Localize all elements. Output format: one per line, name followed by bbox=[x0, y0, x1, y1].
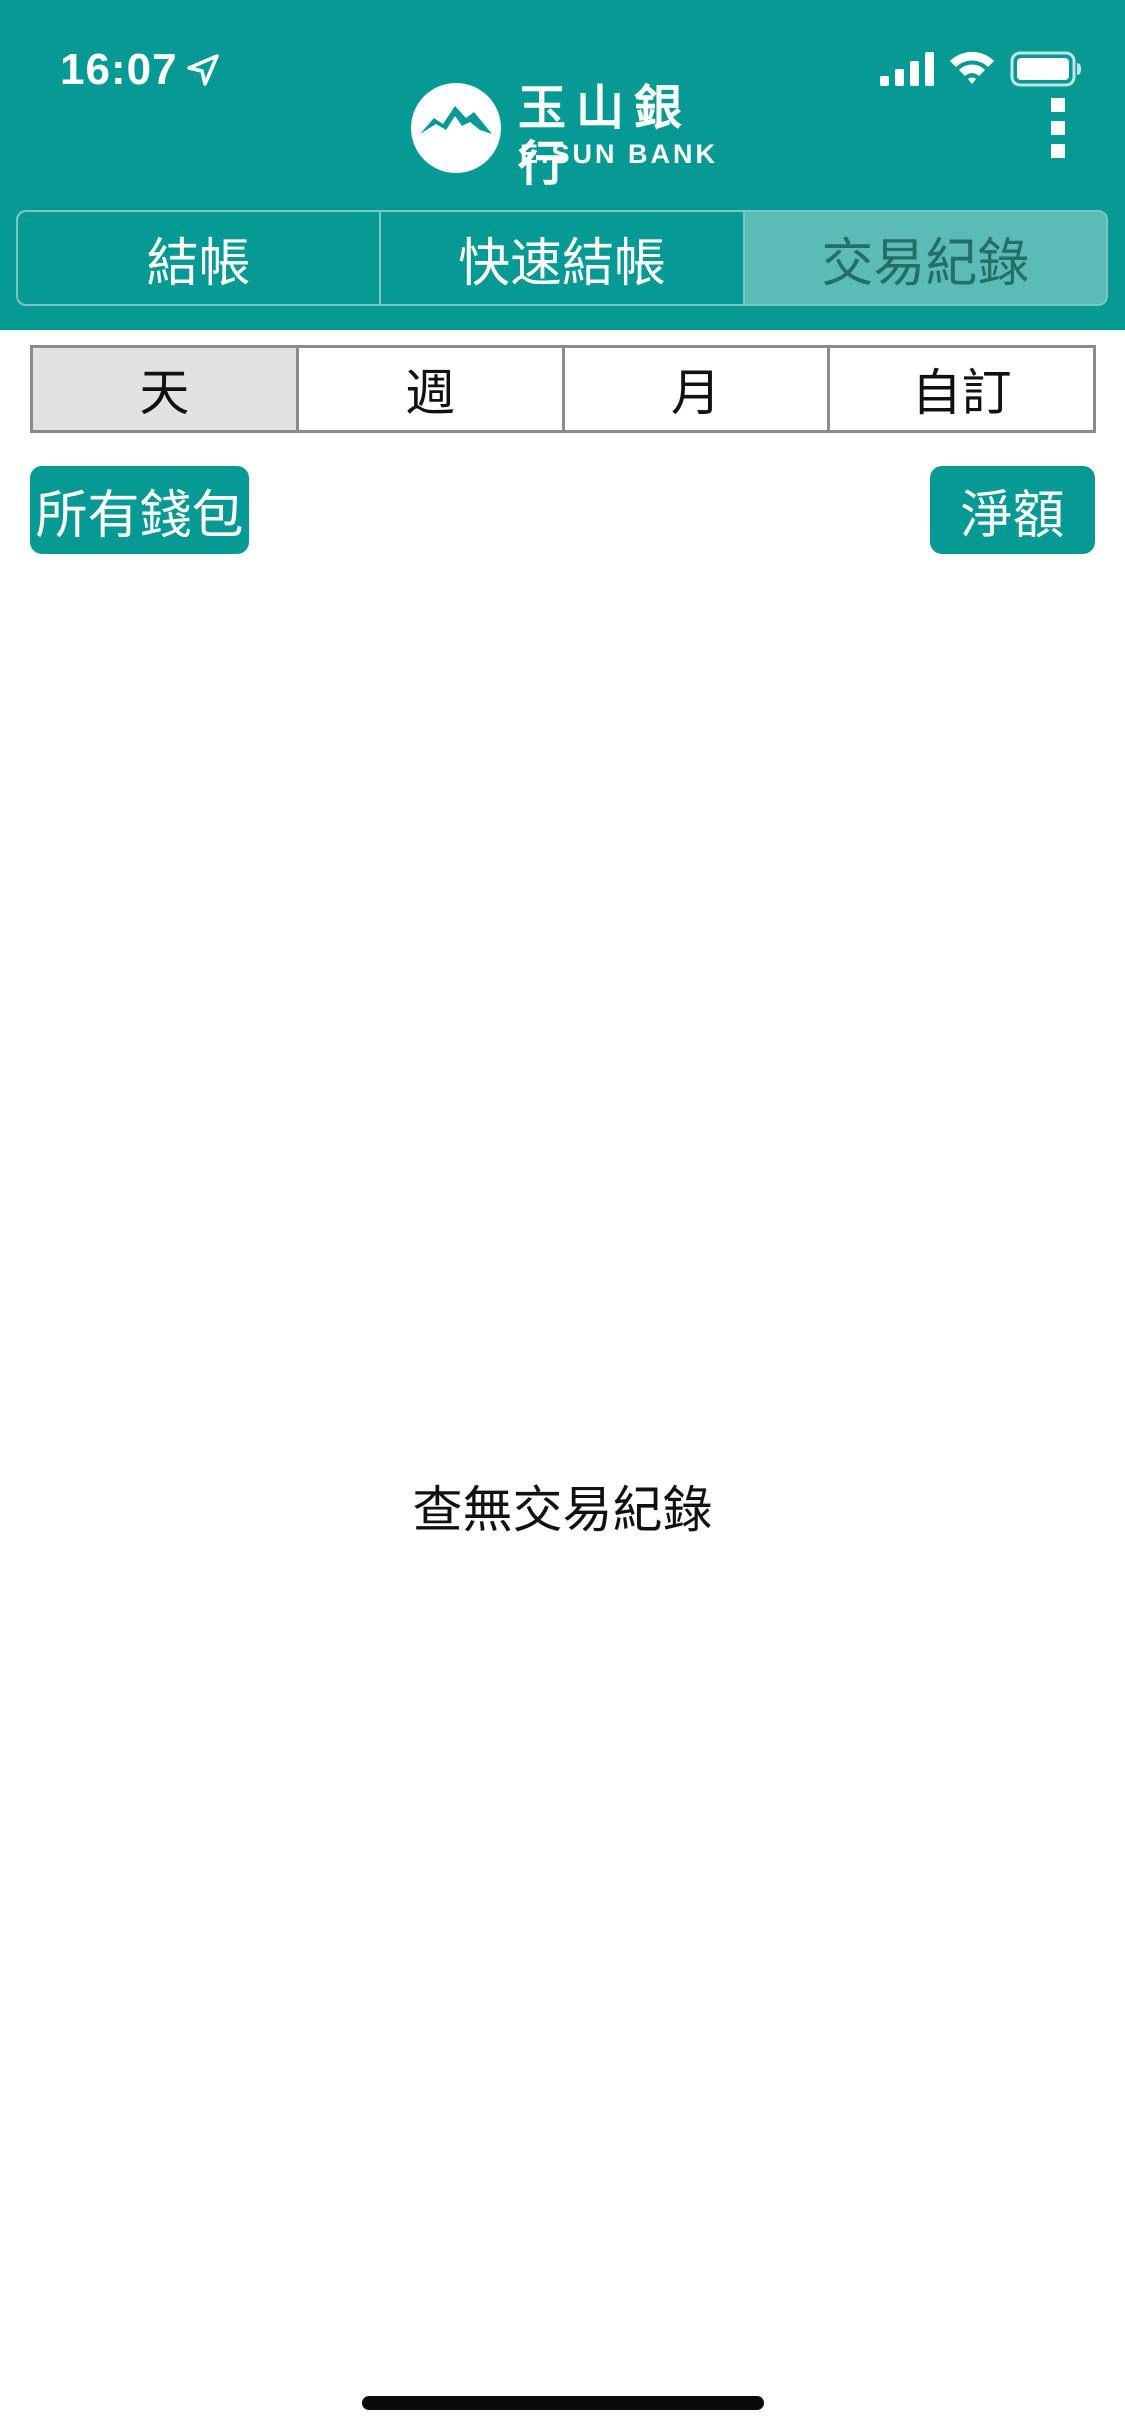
mountain-logo-icon bbox=[411, 83, 501, 173]
tab-checkout[interactable]: 結帳 bbox=[18, 212, 379, 304]
tab-quick-checkout[interactable]: 快速結帳 bbox=[379, 212, 742, 304]
location-arrow-icon bbox=[187, 54, 219, 86]
logo-english-name: E.SUN BANK bbox=[520, 139, 719, 169]
period-tab-custom[interactable]: 自訂 bbox=[827, 348, 1093, 430]
esun-bank-logo: 玉山銀行 E.SUN BANK bbox=[410, 80, 720, 192]
main-tab-bar: 結帳 快速結帳 交易紀錄 bbox=[16, 210, 1108, 306]
period-segmented-control: 天 週 月 自訂 bbox=[30, 345, 1096, 433]
empty-state-message: 查無交易紀錄 bbox=[412, 1481, 713, 1539]
period-tab-month[interactable]: 月 bbox=[561, 348, 828, 430]
period-tab-week[interactable]: 週 bbox=[295, 348, 562, 430]
home-indicator[interactable] bbox=[362, 2396, 764, 2410]
logo-chinese-name: 玉山銀行 bbox=[518, 80, 693, 192]
cellular-signal-icon bbox=[880, 52, 934, 86]
all-wallets-button[interactable]: 所有錢包 bbox=[30, 466, 249, 554]
net-amount-button[interactable]: 淨額 bbox=[930, 466, 1095, 554]
tab-transaction-history[interactable]: 交易紀錄 bbox=[742, 212, 1106, 304]
wifi-icon bbox=[950, 51, 994, 84]
more-vertical-icon[interactable] bbox=[1040, 96, 1076, 160]
status-time: 16:07 bbox=[60, 45, 178, 94]
battery-icon bbox=[1010, 51, 1081, 87]
app-header: 16:07 玉山銀行 E.SUN BANK 結帳 快速結帳 交易紀錄 bbox=[0, 0, 1125, 330]
period-tab-day[interactable]: 天 bbox=[33, 348, 296, 430]
